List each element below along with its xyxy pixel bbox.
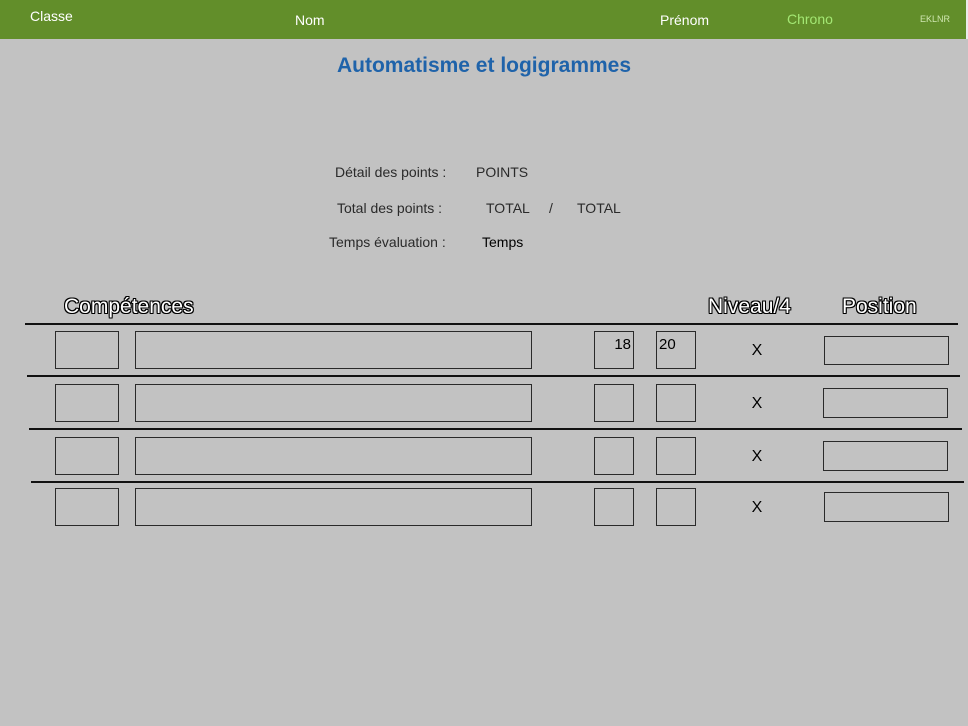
chrono-button[interactable]: Chrono — [787, 11, 833, 27]
max-score-box[interactable] — [656, 488, 696, 526]
position-box[interactable] — [823, 388, 948, 418]
score-box[interactable] — [594, 384, 634, 422]
score-box[interactable] — [594, 488, 634, 526]
competence-code-box[interactable] — [55, 331, 119, 369]
detail-value: POINTS — [476, 164, 529, 180]
nom-field[interactable]: Nom — [295, 12, 325, 28]
row-divider — [31, 481, 964, 483]
score-box[interactable] — [594, 437, 634, 475]
niveau-mark: X — [751, 342, 763, 359]
niveau-mark: X — [751, 395, 763, 412]
niveau-mark: X — [751, 499, 763, 516]
score-box[interactable]: 18 — [594, 331, 634, 369]
row-divider — [27, 375, 960, 377]
temps-value: Temps — [482, 234, 524, 250]
score-value: 18 — [614, 336, 631, 353]
niveau-mark: X — [751, 448, 763, 465]
total-separator: / — [549, 200, 553, 216]
detail-label: Détail des points : — [335, 164, 447, 180]
competence-code-box[interactable] — [55, 384, 119, 422]
position-box[interactable] — [823, 441, 948, 471]
temps-label: Temps évaluation : — [329, 234, 446, 250]
competence-description-box[interactable] — [135, 488, 532, 526]
competence-description-box[interactable] — [135, 384, 532, 422]
position-box[interactable] — [824, 492, 949, 522]
competences-header: Compétences — [64, 295, 194, 318]
top-bar: Classe Nom Prénom Chrono EKLNR — [0, 0, 966, 39]
max-score-value: 20 — [659, 336, 676, 353]
student-code: EKLNR — [920, 14, 951, 24]
competence-description-box[interactable] — [135, 331, 532, 369]
row-divider — [29, 428, 962, 430]
total-label: Total des points : — [337, 200, 443, 216]
total-value: TOTAL — [486, 200, 530, 216]
competence-description-box[interactable] — [135, 437, 532, 475]
prenom-field[interactable]: Prénom — [660, 12, 709, 28]
page-title: Automatisme et logigrammes — [336, 54, 632, 77]
max-score-box[interactable] — [656, 384, 696, 422]
niveau-header: Niveau/4 — [708, 295, 791, 318]
position-box[interactable] — [824, 336, 949, 365]
total-max: TOTAL — [577, 200, 621, 216]
row-divider — [25, 323, 958, 325]
max-score-box[interactable]: 20 — [656, 331, 696, 369]
max-score-box[interactable] — [656, 437, 696, 475]
competence-code-box[interactable] — [55, 437, 119, 475]
competence-code-box[interactable] — [55, 488, 119, 526]
position-header: Position — [842, 295, 917, 318]
classe-field[interactable]: Classe — [30, 8, 73, 24]
